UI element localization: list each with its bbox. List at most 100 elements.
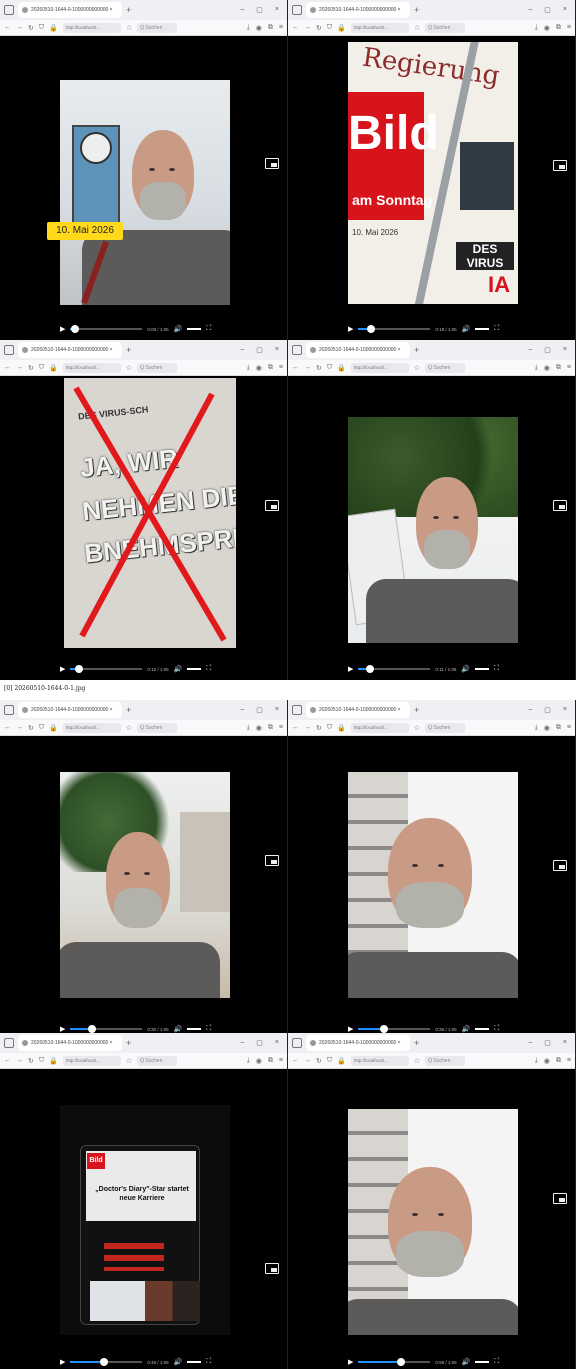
account-icon[interactable]: ◉ xyxy=(256,24,262,32)
minimize-button[interactable]: – xyxy=(528,1039,532,1047)
play-icon[interactable]: ▶ xyxy=(60,665,65,673)
search-box[interactable]: Q Suchen xyxy=(425,22,466,33)
reload-icon[interactable]: ↻ xyxy=(28,364,34,372)
volume-icon[interactable]: 🔊 xyxy=(462,1358,471,1366)
maximize-button[interactable]: ▢ xyxy=(256,346,263,354)
menu-icon[interactable]: ≡ xyxy=(567,1057,571,1065)
progress-slider[interactable] xyxy=(358,1025,431,1033)
extensions-icon[interactable]: ⧉ xyxy=(556,1057,561,1065)
extensions-icon[interactable]: ⧉ xyxy=(268,1057,273,1065)
maximize-button[interactable]: ▢ xyxy=(544,346,551,354)
progress-slider[interactable] xyxy=(70,1358,143,1366)
maximize-button[interactable]: ▢ xyxy=(544,6,551,14)
reload-icon[interactable]: ↻ xyxy=(316,364,322,372)
volume-icon[interactable]: 🔊 xyxy=(462,1025,471,1033)
search-box[interactable]: Q Suchen xyxy=(137,362,178,373)
progress-knob[interactable] xyxy=(87,1025,96,1033)
minimize-button[interactable]: – xyxy=(240,346,244,354)
tab-list-icon[interactable] xyxy=(292,1038,302,1048)
bookmark-star-icon[interactable]: ☆ xyxy=(414,1057,420,1065)
minimize-button[interactable]: – xyxy=(528,706,532,714)
download-icon[interactable]: ⤓ xyxy=(535,1057,538,1065)
new-tab-button[interactable]: + xyxy=(414,1038,419,1048)
forward-icon[interactable]: → xyxy=(304,24,311,31)
browser-tab[interactable]: 20260510-1644-0-1000000000000 × xyxy=(18,1035,122,1051)
browser-tab[interactable]: 20260510-1644-0-1000000000000 × xyxy=(306,2,410,18)
minimize-button[interactable]: – xyxy=(240,6,244,14)
progress-slider[interactable] xyxy=(358,665,431,673)
tab-list-icon[interactable] xyxy=(4,345,14,355)
back-icon[interactable]: ← xyxy=(292,724,299,731)
maximize-button[interactable]: ▢ xyxy=(256,706,263,714)
download-icon[interactable]: ⤓ xyxy=(535,24,538,32)
picture-in-picture-icon[interactable] xyxy=(265,855,279,866)
account-icon[interactable]: ◉ xyxy=(256,364,262,372)
shield-icon[interactable]: ⛉ xyxy=(39,364,44,372)
back-icon[interactable]: ← xyxy=(292,24,299,31)
lock-icon[interactable]: 🔒 xyxy=(337,24,346,32)
progress-knob[interactable] xyxy=(365,665,374,673)
account-icon[interactable]: ◉ xyxy=(544,1057,550,1065)
bookmark-star-icon[interactable]: ☆ xyxy=(414,24,420,32)
forward-icon[interactable]: → xyxy=(304,1057,311,1064)
picture-in-picture-icon[interactable] xyxy=(553,1193,567,1204)
search-box[interactable]: Q Suchen xyxy=(137,22,178,33)
picture-in-picture-icon[interactable] xyxy=(265,1263,279,1274)
tab-list-icon[interactable] xyxy=(292,345,302,355)
shield-icon[interactable]: ⛉ xyxy=(327,1057,332,1065)
lock-icon[interactable]: 🔒 xyxy=(337,364,346,372)
extensions-icon[interactable]: ⧉ xyxy=(556,24,561,32)
shield-icon[interactable]: ⛉ xyxy=(39,724,44,732)
close-button[interactable]: × xyxy=(275,1039,279,1047)
fullscreen-icon[interactable]: ⛶ xyxy=(494,325,499,333)
forward-icon[interactable]: → xyxy=(16,364,23,371)
menu-icon[interactable]: ≡ xyxy=(279,24,283,32)
tab-list-icon[interactable] xyxy=(4,1038,14,1048)
account-icon[interactable]: ◉ xyxy=(544,724,550,732)
extensions-icon[interactable]: ⧉ xyxy=(268,364,273,372)
tab-list-icon[interactable] xyxy=(4,705,14,715)
video-frame[interactable]: Regierung Bild am Sonntag 10. Mai 2026 DES V… xyxy=(348,42,518,304)
address-bar[interactable]: http://localhost/... xyxy=(62,1055,121,1066)
maximize-button[interactable]: ▢ xyxy=(544,1039,551,1047)
menu-icon[interactable]: ≡ xyxy=(279,1057,283,1065)
address-bar[interactable]: http://localhost/... xyxy=(350,722,409,733)
address-bar[interactable]: http://localhost/... xyxy=(350,1055,409,1066)
shield-icon[interactable]: ⛉ xyxy=(39,24,44,32)
progress-slider[interactable] xyxy=(358,325,431,333)
reload-icon[interactable]: ↻ xyxy=(28,24,34,32)
progress-slider[interactable] xyxy=(70,1025,143,1033)
maximize-button[interactable]: ▢ xyxy=(256,6,263,14)
browser-tab[interactable]: 20260510-1644-0-1000000000000 × xyxy=(306,342,410,358)
address-bar[interactable]: http://localhost/... xyxy=(350,22,409,33)
download-icon[interactable]: ⤓ xyxy=(247,1057,250,1065)
shield-icon[interactable]: ⛉ xyxy=(39,1057,44,1065)
browser-tab[interactable]: 20260510-1644-0-1000000000000 × xyxy=(306,702,410,718)
volume-icon[interactable]: 🔊 xyxy=(174,1358,183,1366)
tab-list-icon[interactable] xyxy=(292,5,302,15)
back-icon[interactable]: ← xyxy=(292,364,299,371)
bookmark-star-icon[interactable]: ☆ xyxy=(126,1057,132,1065)
forward-icon[interactable]: → xyxy=(304,364,311,371)
back-icon[interactable]: ← xyxy=(4,364,11,371)
menu-icon[interactable]: ≡ xyxy=(567,364,571,372)
bookmark-star-icon[interactable]: ☆ xyxy=(126,724,132,732)
picture-in-picture-icon[interactable] xyxy=(265,500,279,511)
extensions-icon[interactable]: ⧉ xyxy=(556,364,561,372)
browser-tab[interactable]: 20260510-1644-0-1000000000000 × xyxy=(18,702,122,718)
address-bar[interactable]: http://localhost/... xyxy=(62,722,121,733)
video-frame[interactable] xyxy=(60,772,230,998)
search-box[interactable]: Q Suchen xyxy=(425,362,466,373)
reload-icon[interactable]: ↻ xyxy=(28,1057,34,1065)
download-icon[interactable]: ⤓ xyxy=(535,364,538,372)
fullscreen-icon[interactable]: ⛶ xyxy=(494,665,499,673)
new-tab-button[interactable]: + xyxy=(414,5,419,15)
address-bar[interactable]: http://localhost/... xyxy=(350,362,409,373)
search-box[interactable]: Q Suchen xyxy=(425,1055,466,1066)
volume-slider[interactable] xyxy=(475,1028,490,1030)
volume-slider[interactable] xyxy=(187,1028,202,1030)
fullscreen-icon[interactable]: ⛶ xyxy=(206,1025,211,1033)
address-bar[interactable]: http://localhost/... xyxy=(62,22,121,33)
maximize-button[interactable]: ▢ xyxy=(544,706,551,714)
video-frame[interactable] xyxy=(348,417,518,643)
